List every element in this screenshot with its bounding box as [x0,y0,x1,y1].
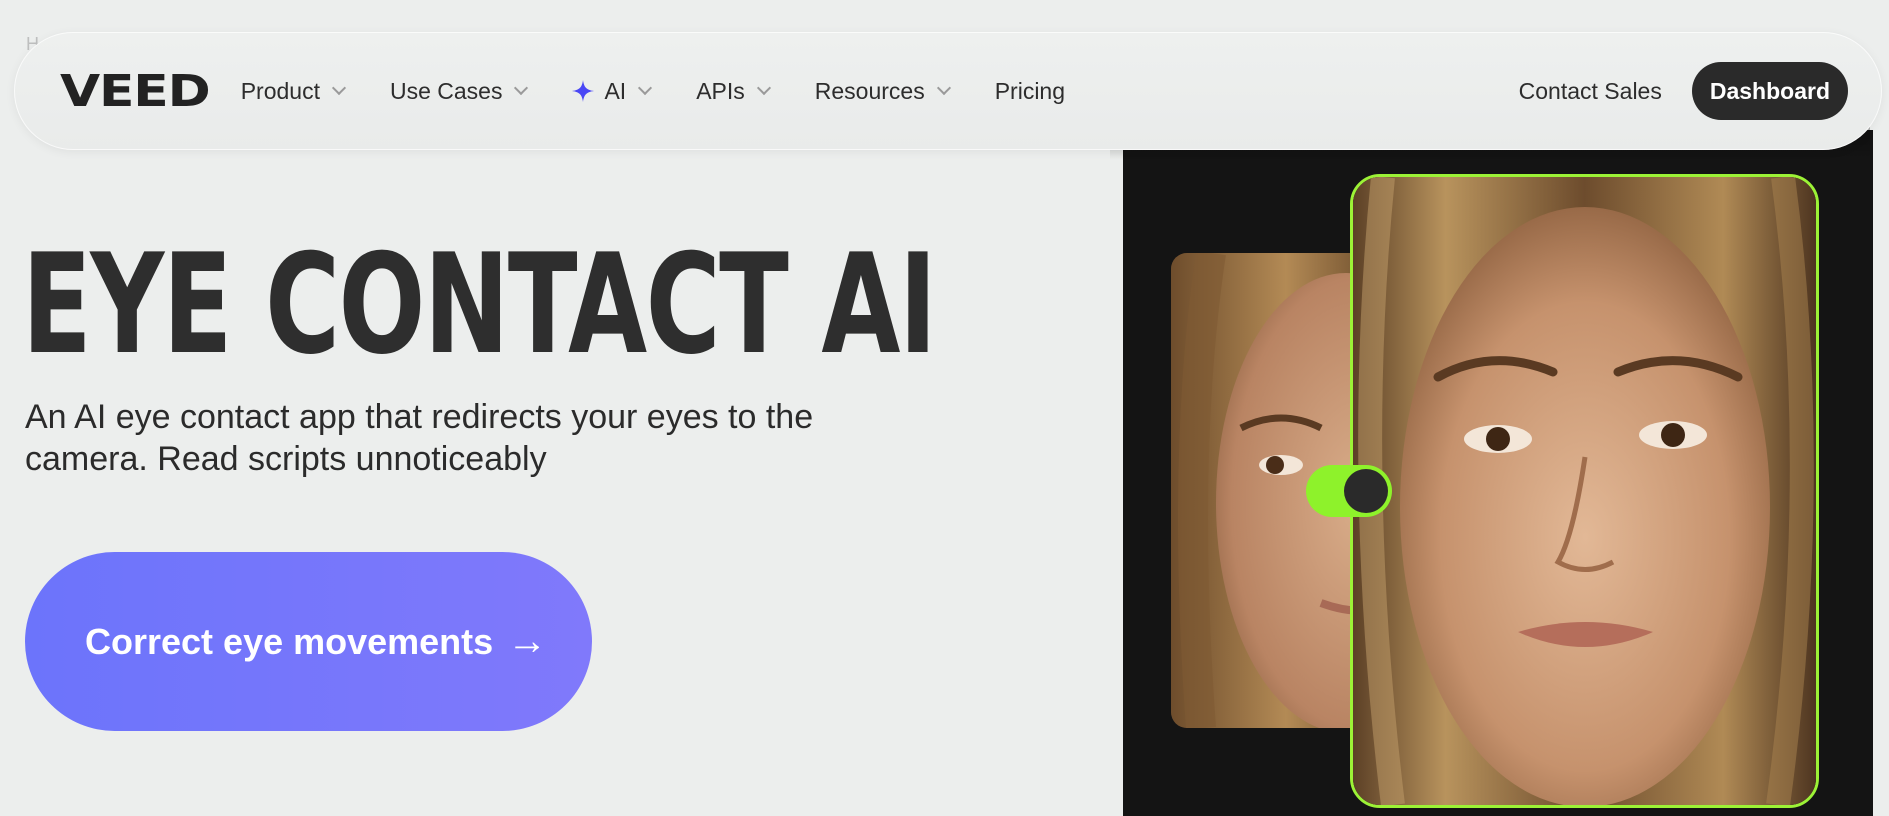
nav-item-apis[interactable]: APIs [696,77,771,105]
nav-item-label: AI [604,77,627,104]
nav-item-pricing[interactable]: Pricing [995,78,1065,105]
sparkle-icon [572,80,595,102]
chevron-down-icon [331,80,347,96]
nav-item-product[interactable]: Product [240,77,347,105]
chevron-down-icon [514,80,529,96]
toggle-knob [1344,469,1388,513]
nav-item-label: Use Cases [389,77,503,104]
nav-item-ai[interactable]: AI [572,77,653,105]
contact-sales-link[interactable]: Contact Sales [1519,78,1662,105]
nav-item-label: Pricing [994,77,1066,104]
nav-item-use-cases[interactable]: Use Cases [389,77,529,105]
nav-item-label: Resources [814,77,925,104]
correct-eye-movements-button[interactable]: Correct eye movements → [25,552,592,731]
chevron-down-icon [756,80,771,96]
top-navbar: VEED Product Use Cases AI APIs Resources… [14,32,1882,150]
before-after-toggle[interactable] [1306,465,1392,517]
nav-item-label: APIs [696,77,745,104]
chevron-down-icon [936,80,951,96]
hero-subtitle: An AI eye contact app that redirects you… [25,398,814,478]
portrait-after-image [1350,174,1819,808]
page-title: EYE CONTACT AI [22,224,937,385]
cta-label: Correct eye movements [85,620,494,662]
dashboard-button[interactable]: Dashboard [1691,62,1848,120]
eye-contact-preview [1123,130,1873,816]
chevron-down-icon [638,80,653,96]
veed-logo[interactable]: VEED [60,66,211,117]
arrow-right-icon: → [507,619,548,663]
nav-item-resources[interactable]: Resources [814,77,951,105]
nav-item-label: Product [240,77,320,104]
